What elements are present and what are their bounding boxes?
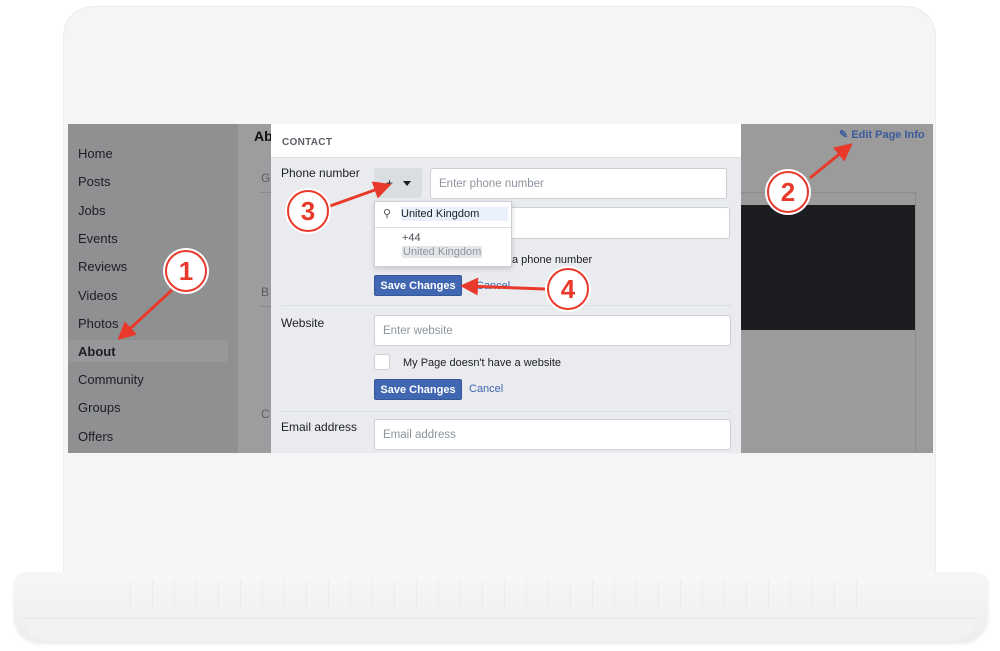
phone-save-button[interactable]: Save Changes bbox=[374, 275, 462, 296]
sidebar-item-reviews[interactable]: Reviews bbox=[78, 259, 127, 274]
dial-code: +44 bbox=[402, 232, 421, 244]
search-icon: ⚲ bbox=[383, 208, 392, 220]
website-cancel-link[interactable]: Cancel bbox=[469, 383, 503, 395]
sidebar-item-events[interactable]: Events bbox=[78, 231, 118, 246]
sidebar-item-community[interactable]: Community bbox=[78, 372, 144, 387]
annotation-badge-4: 4 bbox=[547, 268, 589, 310]
country-dropdown: ⚲ United Kingdom +44 United Kingdom bbox=[374, 201, 512, 267]
country-search-input[interactable]: United Kingdom bbox=[401, 207, 508, 221]
country-option[interactable]: +44 United Kingdom bbox=[375, 228, 511, 266]
modal-header: CONTACT bbox=[271, 124, 741, 158]
section-letter: B bbox=[261, 285, 270, 299]
sidebar-item-photos[interactable]: Photos bbox=[78, 316, 118, 331]
sidebar-item-jobs[interactable]: Jobs bbox=[78, 203, 105, 218]
pencil-icon: ✎ bbox=[839, 129, 849, 141]
sidebar-item-videos[interactable]: Videos bbox=[78, 288, 118, 303]
edit-page-info-label: Edit Page Info bbox=[851, 129, 925, 141]
country-code-value: + bbox=[386, 176, 394, 190]
divider bbox=[915, 192, 916, 453]
no-website-label: My Page doesn't have a website bbox=[403, 357, 562, 369]
screen: Home Posts Jobs Events Reviews Videos Ph… bbox=[68, 124, 933, 453]
annotation-badge-2: 2 bbox=[767, 171, 809, 213]
divider bbox=[281, 411, 731, 412]
website-input[interactable]: Enter website bbox=[374, 315, 731, 346]
right-panel: ✎ Edit Page Info bbox=[741, 124, 933, 453]
section-letter: C bbox=[261, 407, 270, 421]
sidebar-item-groups[interactable]: Groups bbox=[78, 400, 121, 415]
section-letter: G bbox=[261, 171, 271, 185]
section-title: CONTACT bbox=[282, 137, 333, 148]
country-name: United Kingdom bbox=[402, 246, 483, 258]
sidebar-item-about[interactable]: About bbox=[68, 340, 228, 362]
sidebar-item-label: About bbox=[78, 344, 116, 359]
phone-input[interactable]: Enter phone number bbox=[430, 168, 727, 199]
email-input[interactable]: Email address bbox=[374, 419, 731, 450]
caret-down-icon bbox=[403, 181, 411, 186]
about-heading: Ab bbox=[254, 128, 273, 144]
website-label: Website bbox=[281, 316, 325, 330]
no-phone-label: a phone number bbox=[512, 254, 593, 266]
country-code-select[interactable]: + bbox=[374, 168, 422, 198]
cover-preview bbox=[741, 205, 915, 330]
email-label: Email address bbox=[281, 420, 358, 434]
keyboard bbox=[130, 580, 870, 610]
divider bbox=[281, 305, 731, 306]
annotation-badge-1: 1 bbox=[165, 250, 207, 292]
sidebar-item-home[interactable]: Home bbox=[78, 146, 113, 161]
phone-label: Phone number bbox=[281, 166, 360, 180]
country-search[interactable]: ⚲ United Kingdom bbox=[375, 202, 511, 228]
website-save-button[interactable]: Save Changes bbox=[374, 379, 462, 400]
edit-page-info-link[interactable]: ✎ Edit Page Info bbox=[839, 128, 925, 141]
phone-second-input[interactable] bbox=[510, 207, 730, 239]
about-column: Ab G B C bbox=[238, 124, 280, 453]
contact-modal: CONTACT Phone number + Enter phone numbe… bbox=[271, 124, 741, 453]
laptop-base-edge bbox=[24, 618, 976, 641]
phone-cancel-link[interactable]: Cancel bbox=[476, 280, 510, 292]
sidebar-item-posts[interactable]: Posts bbox=[78, 174, 111, 189]
sidebar: Home Posts Jobs Events Reviews Videos Ph… bbox=[68, 124, 238, 453]
annotation-badge-3: 3 bbox=[287, 190, 329, 232]
sidebar-item-offers[interactable]: Offers bbox=[78, 429, 113, 444]
no-website-checkbox[interactable] bbox=[374, 354, 390, 370]
